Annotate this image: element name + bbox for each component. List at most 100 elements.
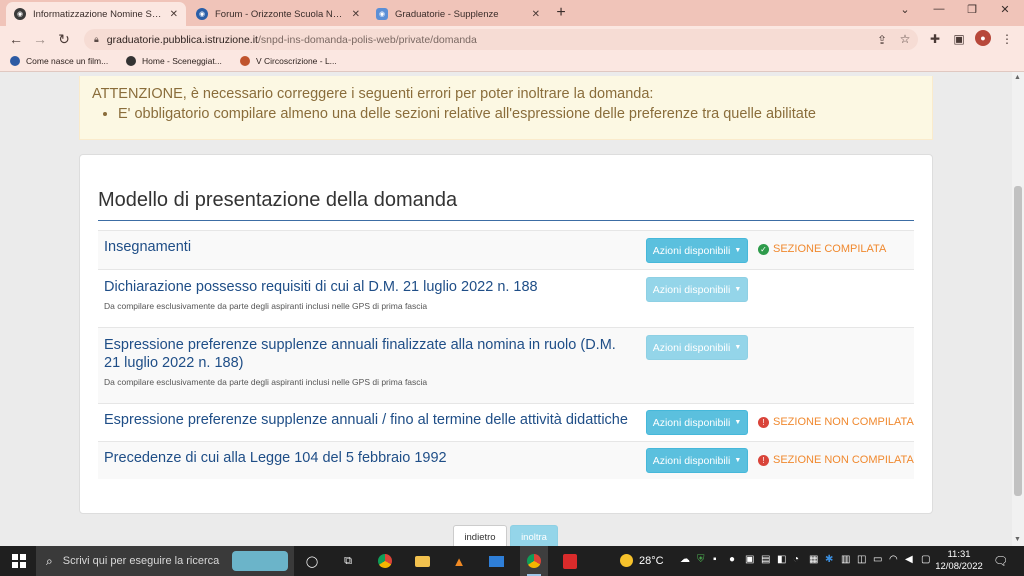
tray-app-icon[interactable]: ▣ xyxy=(745,554,754,565)
tab-graduatorie[interactable]: ◉ Graduatorie - Supplenze ✕ xyxy=(368,2,548,26)
cloud-icon[interactable]: ☁ xyxy=(680,554,690,565)
actions-button[interactable]: Azioni disponibili ▼ xyxy=(646,410,748,435)
tab-label: Graduatorie - Supplenze xyxy=(395,8,499,20)
scroll-thumb[interactable] xyxy=(1014,186,1022,496)
shield-icon[interactable]: ⛨ xyxy=(697,554,705,565)
alert-title: ATTENZIONE, è necessario correggere i se… xyxy=(92,86,654,102)
browser-toolbar: ← → ↻ 🔒︎ graduatorie.pubblica.istruzione… xyxy=(0,26,1024,53)
bookmark-icon xyxy=(10,56,20,66)
status-badge: ! SEZIONE NON COMPILATA xyxy=(758,454,914,466)
tray-app-icon[interactable]: ▤ xyxy=(761,554,770,565)
tray-app-icon[interactable]: ◔ xyxy=(793,554,799,565)
panel-title: Modello di presentazione della domanda xyxy=(98,189,458,211)
bookmark-icon xyxy=(126,56,136,66)
section-row: Insegnamenti Azioni disponibili ▼ ✓ SEZIO… xyxy=(98,230,914,269)
lock-icon: 🔒︎ xyxy=(94,34,99,44)
tray-app-icon[interactable]: ◫ xyxy=(857,554,866,565)
new-tab-icon[interactable]: + xyxy=(552,4,570,22)
volume-icon[interactable]: ◀ xyxy=(905,554,913,565)
share-icon[interactable]: ⇪ xyxy=(875,33,889,47)
close-icon[interactable]: ✕ xyxy=(170,9,178,20)
bookmark-star-icon[interactable]: ☆ xyxy=(898,32,912,46)
section-row: Espressione preferenze supplenze annuali… xyxy=(98,403,914,441)
bookmark-item[interactable]: V Circoscrizione - L... xyxy=(240,56,337,66)
globe-icon: ◉ xyxy=(14,8,26,20)
actions-button[interactable]: Azioni disponibili ▼ xyxy=(646,277,748,302)
sidepanel-icon[interactable]: ▣ xyxy=(952,32,966,46)
mail-icon[interactable] xyxy=(488,553,504,569)
tray-app-icon[interactable]: ● xyxy=(729,554,735,565)
caret-down-icon: ▼ xyxy=(734,457,742,464)
language-icon[interactable]: ▢ xyxy=(921,554,930,565)
notification-icon[interactable]: 🗨︎ xyxy=(993,554,1008,568)
submit-button[interactable]: inoltra xyxy=(510,525,558,546)
chrome-taskbar-icon[interactable] xyxy=(377,553,393,569)
taskbar-clock[interactable]: 11:31 12/08/2022 xyxy=(934,549,984,573)
actions-button[interactable]: Azioni disponibili ▼ xyxy=(646,238,748,263)
address-bar[interactable]: 🔒︎ graduatorie.pubblica.istruzione.it /s… xyxy=(84,29,918,50)
back-button[interactable]: indietro xyxy=(453,525,507,546)
tab-label: Forum - Orizzonte Scuola Notizie xyxy=(215,8,346,20)
extensions-icon[interactable]: ✚ xyxy=(928,32,942,46)
task-view-icon[interactable]: ⧉ xyxy=(340,553,356,569)
tray-app-icon[interactable]: ▦ xyxy=(809,554,818,565)
actions-button[interactable]: Azioni disponibili ▼ xyxy=(646,335,748,360)
search-highlight-image xyxy=(232,551,288,571)
window-close-icon[interactable]: ✕ xyxy=(996,3,1014,16)
caret-down-icon: ▼ xyxy=(734,344,742,351)
check-icon: ✓ xyxy=(758,243,769,255)
bookmark-icon xyxy=(240,56,250,66)
close-icon[interactable]: ✕ xyxy=(352,9,360,20)
section-title: Espressione preferenze supplenze annuali… xyxy=(104,337,616,371)
warning-alert: ATTENZIONE, è necessario correggere i se… xyxy=(79,76,933,140)
tab-label: Informatizzazione Nomine Supplenze xyxy=(33,8,164,20)
tab-search-icon[interactable]: ⌄ xyxy=(896,3,914,16)
tab-informatizzazione[interactable]: ◉ Informatizzazione Nomine Supplenze ✕ xyxy=(6,2,186,26)
status-badge: ! SEZIONE NON COMPILATA xyxy=(758,416,914,428)
wifi-icon[interactable]: ◠ xyxy=(889,554,898,565)
bookmark-item[interactable]: Home - Sceneggiat... xyxy=(126,56,222,66)
reload-icon[interactable]: ↻ xyxy=(56,31,72,47)
actions-button[interactable]: Azioni disponibili ▼ xyxy=(646,448,748,473)
tray-app-icon[interactable]: ◧ xyxy=(777,554,786,565)
menu-dots-icon[interactable]: ⋮ xyxy=(1000,32,1014,46)
chat-icon: ◉ xyxy=(376,8,388,20)
scroll-down-icon[interactable]: ▼ xyxy=(1014,536,1021,543)
bookmarks-bar: Come nasce un film... Home - Sceneggiat.… xyxy=(0,53,1024,72)
acrobat-icon[interactable] xyxy=(562,553,578,569)
bluetooth-icon[interactable]: ✱ xyxy=(825,554,833,565)
windows-taskbar: ⌕ Scrivi qui per eseguire la ricerca ◯ ⧉… xyxy=(0,546,1024,576)
chrome-profile-taskbar-icon[interactable] xyxy=(526,553,542,569)
browser-tab-bar: ◉ Informatizzazione Nomine Supplenze ✕ ◉… xyxy=(0,0,1024,26)
vlc-icon[interactable]: ▲ xyxy=(451,553,467,569)
minimize-icon[interactable]: — xyxy=(930,3,948,15)
tab-forum[interactable]: ◉ Forum - Orizzonte Scuola Notizie ✕ xyxy=(188,2,368,26)
url-path: /snpd-ins-domanda-polis-web/private/doma… xyxy=(257,33,477,46)
application-panel: Modello di presentazione della domanda I… xyxy=(79,154,933,514)
site-icon: ◉ xyxy=(196,8,208,20)
panel-divider xyxy=(98,220,914,221)
caret-down-icon: ▼ xyxy=(734,419,742,426)
restore-icon[interactable]: ❐ xyxy=(963,3,981,16)
windows-start-icon[interactable] xyxy=(12,554,26,568)
bookmark-item[interactable]: Come nasce un film... xyxy=(10,56,108,66)
scroll-up-icon[interactable]: ▲ xyxy=(1014,74,1021,81)
status-badge: ✓ SEZIONE COMPILATA xyxy=(758,243,886,255)
close-icon[interactable]: ✕ xyxy=(532,9,540,20)
back-arrow-icon[interactable]: ← xyxy=(8,31,24,47)
battery-icon[interactable]: ▭ xyxy=(873,554,882,565)
error-icon: ! xyxy=(758,416,769,428)
tray-app-icon[interactable]: ▪ xyxy=(713,554,717,565)
section-title: Espressione preferenze supplenze annuali… xyxy=(104,412,628,428)
alert-item: E' obbligatorio compilare almeno una del… xyxy=(118,106,932,122)
section-row: Dichiarazione possesso requisiti di cui … xyxy=(98,269,914,327)
tray-app-icon[interactable]: ▥ xyxy=(841,554,850,565)
taskbar-search[interactable]: ⌕ Scrivi qui per eseguire la ricerca xyxy=(36,546,294,576)
weather-widget[interactable]: 28°C xyxy=(620,554,664,567)
cortana-icon[interactable]: ◯ xyxy=(304,553,320,569)
file-explorer-icon[interactable] xyxy=(414,553,430,569)
alert-list: E' obbligatorio compilare almeno una del… xyxy=(92,106,932,122)
forward-arrow-icon[interactable]: → xyxy=(32,31,48,47)
sun-icon xyxy=(620,554,633,567)
profile-avatar[interactable]: ● xyxy=(975,30,991,46)
